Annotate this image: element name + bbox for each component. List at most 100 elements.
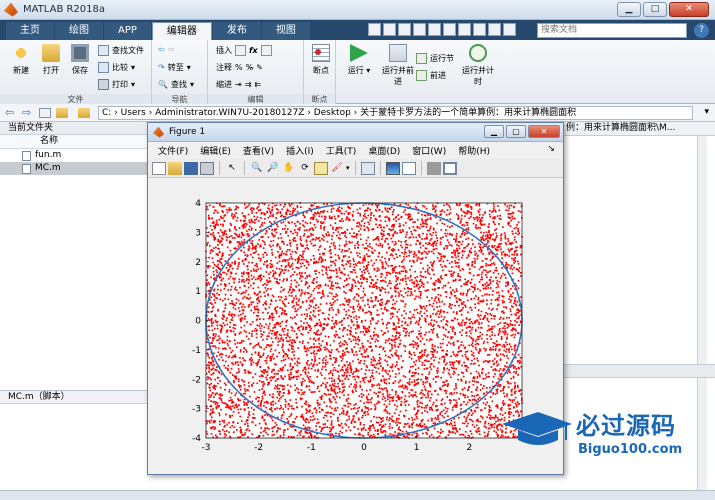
browse-folder-icon[interactable] [56,107,68,118]
increase-indent-icon[interactable]: ⇉ [245,80,252,89]
menu-tools[interactable]: 工具(T) [320,144,363,157]
open-button[interactable]: 打开 [36,44,66,76]
scatter-point [513,227,516,230]
save-quick-icon[interactable] [368,23,381,36]
comment-button[interactable]: 注释% %̶ ✎ [216,62,263,73]
find-button[interactable]: 🔍 查找 ▾ [158,79,194,90]
close-button[interactable]: ✕ [669,2,709,17]
menu-insert[interactable]: 插入(I) [280,144,320,157]
figure-maximize-button[interactable]: ▢ [506,125,526,138]
uncomment-icon[interactable]: %̶ [246,63,254,72]
fx-icon[interactable]: fx [249,46,258,55]
maximize-button[interactable]: □ [643,2,667,17]
menu-desktop[interactable]: 桌面(D) [362,144,406,157]
tab-apps[interactable]: APP [104,22,151,40]
up-folder-icon[interactable] [39,107,51,118]
scatter-point [506,338,508,340]
save-figure-icon[interactable] [184,161,198,175]
expand-quick-icon[interactable] [503,23,516,36]
scatter-point [388,300,390,302]
decrease-indent-icon[interactable]: ⇇ [254,80,261,89]
colorbar-icon[interactable] [385,161,400,175]
comment-percent-icon[interactable]: % [235,63,243,72]
new-button[interactable]: 新建 [6,44,36,76]
link-plot-icon[interactable] [360,161,375,175]
smart-indent-icon[interactable]: ⇥ [235,80,242,89]
open-file-icon[interactable] [168,161,182,175]
menu-help[interactable]: 帮助(H) [452,144,496,157]
undo-quick-icon[interactable] [428,23,441,36]
paste-quick-icon[interactable] [413,23,426,36]
scatter-point [399,229,401,232]
zoom-out-icon[interactable]: 🔎 [266,162,280,175]
figure-close-button[interactable]: ✕ [528,125,560,138]
back-arrow-icon[interactable]: ⇦ [158,45,165,54]
redo-quick-icon[interactable] [443,23,456,36]
switch-windows-icon[interactable] [458,23,471,36]
insert-button[interactable]: 插入 fx [216,45,272,56]
help-quick-icon[interactable] [473,23,486,36]
scatter-point [356,254,359,257]
scatter-point [241,317,244,319]
vertical-scrollbar[interactable] [697,136,707,366]
forward-arrow-icon[interactable]: ⇨ [168,45,175,54]
minimize-button[interactable]: ▁ [617,2,641,17]
breakpoints-button[interactable]: 断点 [306,44,336,76]
menu-window[interactable]: 窗口(W) [406,144,452,157]
back-nav-icon[interactable]: ⇦ [5,107,17,118]
wrap-comment-icon[interactable]: ✎ [256,63,263,72]
root-folder-icon[interactable] [78,107,90,118]
pan-hand-icon[interactable]: ✋ [282,162,296,175]
advance-button[interactable]: 前进 [416,70,446,81]
tab-publish[interactable]: 发布 [212,22,261,40]
save-button[interactable]: 保存 [65,44,95,76]
panel-splitter[interactable] [556,364,715,378]
cut-quick-icon[interactable] [383,23,396,36]
hide-plot-tools-icon[interactable] [426,161,441,175]
edit-plot-arrow-icon[interactable]: ↖ [225,162,239,175]
print-figure-icon[interactable] [200,161,214,175]
print-button[interactable]: 打印 ▾ [98,79,135,90]
run-button[interactable]: 运行 ▾ [344,44,374,76]
tab-editor[interactable]: 编辑器 [151,22,212,40]
scatter-point [382,420,384,422]
run-advance-button[interactable]: 运行并前进 [380,44,416,87]
back-forward-buttons[interactable]: ⇦ ⇨ [158,45,174,54]
scatter-point [401,314,403,317]
copy-quick-icon[interactable] [398,23,411,36]
menu-view[interactable]: 查看(V) [237,144,280,157]
run-section-button[interactable]: 运行节 [416,53,454,64]
tab-home[interactable]: 主页 [6,22,54,40]
new-figure-icon[interactable] [152,161,166,175]
find-files-button[interactable]: 查找文件 [98,45,144,56]
figure-minimize-button[interactable]: ▁ [484,125,504,138]
dropdown-quick-icon[interactable] [488,23,501,36]
scatter-point [492,381,494,383]
search-documentation-input[interactable]: 搜索文档 [537,23,687,38]
insert-dropdown-icon[interactable] [260,45,272,56]
file-item-selected[interactable]: MC.m [0,162,149,175]
brush-icon[interactable]: 🖌 [330,162,344,175]
compare-button[interactable]: 比较 ▾ [98,62,135,73]
goto-button[interactable]: ↷ 转至 ▾ [158,62,191,73]
scatter-point [308,388,311,391]
dock-arrow-icon[interactable]: ↘ [547,144,555,154]
path-dropdown-icon[interactable]: ▾ [704,107,709,117]
name-column-header[interactable]: 名称 [0,135,149,149]
menu-edit[interactable]: 编辑(E) [194,144,237,157]
current-folder-path[interactable]: C: › Users › Administrator.WIN7U-2018012… [98,106,693,120]
file-item[interactable]: fun.m [0,149,149,162]
tab-plots[interactable]: 绘图 [55,22,103,40]
tab-view[interactable]: 视图 [261,22,310,40]
data-cursor-icon[interactable] [314,161,328,175]
help-icon[interactable]: ? [694,23,709,38]
forward-nav-icon[interactable]: ⇨ [22,107,34,118]
menu-file[interactable]: 文件(F) [152,144,194,157]
brush-dropdown-icon[interactable]: ▾ [346,164,350,172]
run-and-time-button[interactable]: 运行并计时 [460,44,496,87]
legend-icon[interactable] [401,161,416,175]
rotate-3d-icon[interactable]: ⟳ [298,162,312,175]
show-plot-tools-icon[interactable] [442,161,457,175]
indent-button[interactable]: 缩进 ⇥ ⇉ ⇇ [216,79,261,90]
zoom-in-icon[interactable]: 🔍 [250,162,264,175]
